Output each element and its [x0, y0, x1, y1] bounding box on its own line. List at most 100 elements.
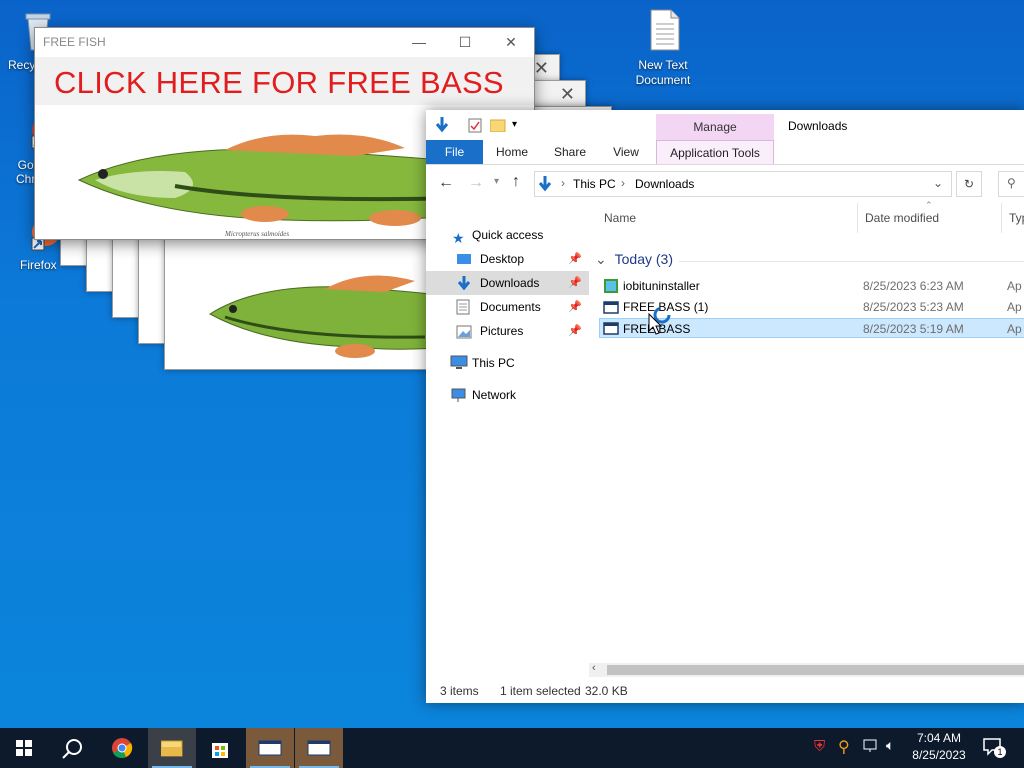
- nav-desktop[interactable]: Desktop 📌: [426, 247, 589, 271]
- file-type: Ap: [1007, 279, 1022, 293]
- network-icon: [450, 387, 466, 403]
- star-icon: ★: [452, 230, 465, 246]
- nav-network[interactable]: Network: [426, 383, 589, 407]
- pin-icon[interactable]: 📌: [568, 271, 582, 295]
- quick-access-toolbar: ▾ Manage Downloads: [426, 110, 1024, 140]
- windows-logo-icon: [16, 740, 32, 756]
- search-button[interactable]: [48, 728, 96, 768]
- file-name: iobituninstaller: [623, 279, 700, 293]
- nav-pictures[interactable]: Pictures 📌: [426, 319, 589, 343]
- column-divider[interactable]: [1001, 203, 1002, 233]
- properties-icon[interactable]: [468, 118, 482, 136]
- up-arrow-icon[interactable]: ↑: [512, 173, 520, 191]
- chevron-down-icon[interactable]: ▾: [512, 119, 517, 130]
- group-label: Today (3): [614, 251, 673, 267]
- tab-label: Share: [553, 145, 587, 159]
- file-explorer-window[interactable]: ▾ Manage Downloads File Home Share View …: [426, 110, 1024, 703]
- search-key-icon[interactable]: ⚲: [838, 737, 850, 757]
- nav-this-pc[interactable]: This PC: [426, 351, 589, 375]
- tab-home[interactable]: Home: [488, 140, 536, 164]
- new-folder-icon[interactable]: [489, 119, 506, 135]
- down-arrow-icon[interactable]: [434, 116, 450, 137]
- taskbar: ⛨ ⚲ 🔈︎ 7:04 AM 8/25/2023 1: [0, 728, 1024, 768]
- popup-title-bar[interactable]: FREE FISH — ☐ ✕: [35, 28, 534, 57]
- scrollbar-thumb[interactable]: [607, 665, 1024, 675]
- desktop-icon-label: Firefox: [20, 258, 57, 272]
- network-icon[interactable]: [862, 738, 880, 757]
- close-button[interactable]: ✕: [488, 28, 534, 57]
- file-row[interactable]: iobituninstaller 8/25/2023 6:23 AM Ap: [599, 276, 1024, 296]
- tab-view[interactable]: View: [604, 140, 648, 164]
- volume-icon[interactable]: 🔈︎: [886, 737, 894, 754]
- breadcrumb-downloads[interactable]: Downloads: [635, 177, 694, 191]
- maximize-button[interactable]: ☐: [442, 28, 488, 57]
- tab-label: File: [444, 145, 465, 159]
- start-button[interactable]: [0, 728, 48, 768]
- pictures-icon: [456, 323, 472, 339]
- pin-icon[interactable]: 📌: [568, 295, 582, 319]
- breadcrumb-this-pc[interactable]: This PC: [573, 177, 616, 191]
- nav-quick-access[interactable]: ★ Quick access: [426, 223, 589, 247]
- file-date: 8/25/2023 5:19 AM: [863, 322, 964, 336]
- taskbar-file-explorer[interactable]: [148, 728, 196, 768]
- chevron-down-icon[interactable]: ⌄: [933, 176, 943, 190]
- chevron-down-icon: ⌄: [595, 251, 607, 267]
- clock[interactable]: 7:04 AM 8/25/2023: [906, 730, 972, 764]
- notification-count: 1: [994, 746, 1006, 758]
- tab-application-tools[interactable]: Application Tools: [656, 140, 774, 164]
- manage-context-tab[interactable]: Manage: [656, 114, 774, 140]
- address-bar-row: ← → ▾ ↑ › This PC › Downloads ⌄ ↻ ⚲: [426, 165, 1024, 203]
- taskbar-free-bass-app-2[interactable]: [295, 728, 343, 768]
- file-type: Ap: [1007, 300, 1022, 314]
- column-divider[interactable]: [857, 203, 858, 233]
- nav-label: Quick access: [472, 228, 544, 242]
- minimize-button[interactable]: —: [396, 28, 442, 57]
- column-header-name[interactable]: Name: [604, 211, 636, 225]
- taskbar-free-bass-app-1[interactable]: [246, 728, 294, 768]
- free-bass-banner-link[interactable]: CLICK HERE FOR FREE BASS: [35, 57, 534, 105]
- desktop-icon-new-text-document[interactable]: New Text Document: [627, 8, 699, 87]
- search-box[interactable]: ⚲: [998, 171, 1024, 197]
- documents-icon: [456, 299, 472, 315]
- group-divider: [679, 261, 1024, 262]
- desktop-icon-label: Recy: [8, 58, 36, 72]
- mouse-cursor-icon: [648, 306, 671, 335]
- popup-title: FREE FISH: [43, 35, 106, 49]
- file-list-pane: Name Date modified ⌃ Typ ⌄ Today (3) iob…: [589, 200, 1024, 663]
- notifications-button[interactable]: 1: [982, 737, 1006, 760]
- refresh-button[interactable]: ↻: [956, 171, 982, 197]
- group-header-today[interactable]: ⌄ Today (3): [595, 251, 673, 268]
- nav-label: Pictures: [480, 324, 524, 338]
- clock-time: 7:04 AM: [916, 731, 962, 745]
- taskbar-chrome[interactable]: [98, 728, 146, 768]
- nav-documents[interactable]: Documents 📌: [426, 295, 589, 319]
- horizontal-scrollbar[interactable]: ‹: [589, 662, 1024, 677]
- recent-locations-icon[interactable]: ▾: [494, 176, 499, 187]
- chevron-right-icon: ›: [561, 176, 565, 190]
- chevron-right-icon: ›: [621, 176, 625, 190]
- scroll-left-icon[interactable]: ‹: [592, 662, 596, 674]
- column-header-date-modified[interactable]: Date modified: [865, 211, 939, 225]
- tab-file[interactable]: File: [426, 140, 483, 164]
- close-icon[interactable]: ✕: [560, 84, 575, 105]
- tab-share[interactable]: Share: [546, 140, 594, 164]
- computer-icon: [450, 355, 468, 371]
- back-arrow-icon[interactable]: ←: [438, 174, 454, 192]
- search-icon: [62, 739, 82, 759]
- forward-arrow-icon[interactable]: →: [468, 174, 484, 192]
- pin-icon[interactable]: 📌: [568, 247, 582, 271]
- downloads-folder-icon: [537, 175, 553, 196]
- column-header-type[interactable]: Typ: [1009, 211, 1024, 225]
- banner-text[interactable]: CLICK HERE FOR FREE BASS: [54, 65, 504, 101]
- security-shield-icon[interactable]: ⛨: [814, 738, 825, 755]
- desktop-icon-label: New Text Document: [635, 58, 691, 87]
- address-field[interactable]: › This PC › Downloads ⌄: [534, 171, 952, 197]
- ribbon-tabs: File Home Share View Application Tools: [426, 140, 1024, 165]
- pin-icon[interactable]: 📌: [568, 319, 582, 343]
- tab-label: View: [613, 145, 639, 159]
- close-icon[interactable]: ✕: [534, 58, 549, 79]
- selection-info: 1 item selected: [500, 684, 581, 698]
- nav-downloads[interactable]: Downloads 📌: [426, 271, 589, 295]
- text-document-icon: [643, 8, 683, 52]
- taskbar-store[interactable]: [196, 728, 244, 768]
